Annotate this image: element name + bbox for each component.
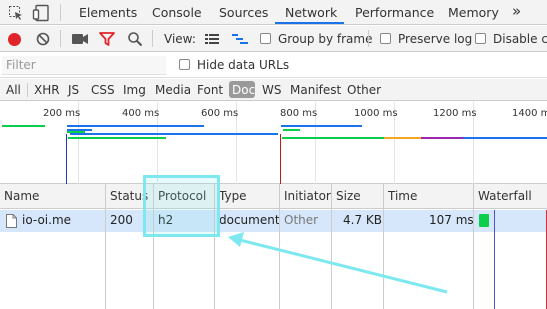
overview-tick: 800 ms [280, 108, 318, 119]
overview-bar [281, 125, 362, 127]
type-filter-other[interactable]: Other [347, 83, 381, 97]
request-initiator: Other [284, 213, 319, 227]
overview-bar [68, 137, 166, 139]
overview-bar [283, 129, 300, 131]
type-filter-doc[interactable]: Doc [232, 83, 255, 97]
type-filter-media[interactable]: Media [155, 83, 191, 97]
view-label: View: [164, 32, 196, 46]
column-size[interactable]: Size [336, 189, 361, 203]
protocol-column-highlight [143, 175, 220, 237]
type-filter-css[interactable]: CSS [91, 83, 115, 97]
inspect-element-icon[interactable] [8, 5, 24, 21]
disable-cache-checkbox[interactable] [475, 33, 486, 44]
tab-memory[interactable]: Memory [448, 5, 499, 20]
annotation-arrow [228, 232, 448, 294]
load-event-marker [280, 134, 281, 184]
hide-data-urls-label: Hide data URLs [197, 58, 290, 72]
show-overview-icon[interactable] [232, 33, 248, 45]
type-filter-all[interactable]: All [6, 83, 21, 97]
search-icon[interactable] [127, 31, 143, 47]
overview-tick: 400 ms [122, 108, 160, 119]
requests-table-header: Name Status Protocol Type Initiator Size… [0, 184, 547, 209]
filter-icon[interactable] [99, 32, 115, 46]
waterfall-dcl-line [494, 210, 495, 309]
more-tabs-button[interactable]: » [512, 2, 521, 20]
column-name[interactable]: Name [4, 189, 39, 203]
request-size: 4.7 KB [343, 213, 382, 227]
device-toolbar-icon[interactable] [32, 4, 50, 22]
tab-elements[interactable]: Elements [79, 5, 137, 20]
tab-performance[interactable]: Performance [355, 5, 434, 20]
capture-screenshots-icon[interactable] [72, 33, 88, 45]
overview-bar [70, 133, 278, 135]
type-filter-img[interactable]: Img [123, 83, 146, 97]
record-icon[interactable] [8, 33, 21, 46]
disable-cache-label: Disable ca [493, 32, 547, 46]
overview-bar [67, 125, 204, 127]
tab-sources[interactable]: Sources [219, 5, 268, 20]
column-initiator[interactable]: Initiator [284, 189, 331, 203]
network-overview[interactable]: 200 ms 400 ms 600 ms 800 ms 1000 ms 1200… [0, 102, 547, 184]
clear-icon[interactable] [36, 32, 50, 46]
waterfall-bar [479, 214, 489, 227]
network-toolbar: View: Group by frame Preserve log Disabl… [0, 26, 547, 52]
resource-type-filter: All XHR JS CSS Img Media Font Doc WS Man… [0, 79, 547, 101]
request-name: io-oi.me [22, 213, 72, 227]
preserve-log-label: Preserve log [398, 32, 473, 46]
type-filter-font[interactable]: Font [197, 83, 223, 97]
tab-console[interactable]: Console [152, 5, 202, 20]
large-request-rows-icon[interactable] [205, 33, 219, 45]
filter-bar: Hide data URLs [0, 53, 547, 78]
overview-tick: 200 ms [43, 108, 81, 119]
column-time[interactable]: Time [388, 189, 417, 203]
overview-bar [2, 125, 45, 127]
request-time: 107 ms [429, 213, 474, 227]
tab-network[interactable]: Network [285, 5, 337, 20]
column-waterfall[interactable]: Waterfall [478, 189, 532, 203]
devtools-tab-bar: Elements Console Sources Network Perform… [0, 0, 547, 25]
active-tab-indicator [275, 22, 344, 24]
request-status: 200 [110, 213, 133, 227]
overview-tick: 1000 ms [354, 108, 398, 119]
type-filter-xhr[interactable]: XHR [34, 83, 60, 97]
overview-bar [282, 137, 384, 139]
preserve-log-checkbox[interactable] [380, 33, 391, 44]
group-by-frame-label: Group by frame [278, 32, 373, 46]
request-type: document [219, 213, 280, 227]
group-by-frame-checkbox[interactable] [260, 33, 271, 44]
dom-content-loaded-marker [66, 134, 67, 184]
overview-bar [463, 137, 547, 139]
type-filter-ws[interactable]: WS [262, 83, 281, 97]
overview-bar [421, 137, 463, 139]
hide-data-urls-checkbox[interactable] [179, 59, 190, 70]
document-icon [6, 214, 17, 228]
overview-tick: 600 ms [201, 108, 239, 119]
column-type[interactable]: Type [219, 189, 247, 203]
overview-bar [384, 137, 421, 139]
overview-tick: 1400 ms [512, 108, 547, 119]
type-filter-js[interactable]: JS [68, 83, 79, 97]
filter-input[interactable] [2, 56, 166, 75]
type-filter-manifest[interactable]: Manifest [290, 83, 341, 97]
overview-tick: 1200 ms [433, 108, 477, 119]
